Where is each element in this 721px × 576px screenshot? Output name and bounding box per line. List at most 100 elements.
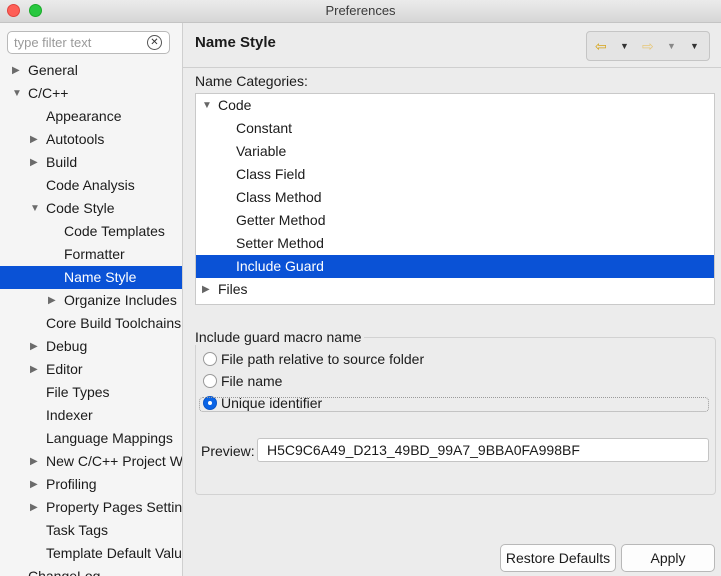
expanded-arrow-icon[interactable]: ▼ bbox=[202, 94, 212, 117]
category-item[interactable]: Constant bbox=[196, 117, 714, 140]
collapsed-arrow-icon[interactable]: ▶ bbox=[30, 496, 38, 519]
tree-item[interactable]: ▼ C/C++ bbox=[0, 82, 182, 105]
name-categories-tree: ▼ Code Constant Variable Class Field Class Me… bbox=[195, 93, 715, 305]
page-title: Name Style bbox=[195, 34, 276, 51]
tree-item-label: Code Analysis bbox=[46, 177, 135, 193]
forward-history-dropdown-icon[interactable]: ▼ bbox=[667, 41, 676, 51]
tree-item[interactable]: ▶ Debug bbox=[0, 335, 182, 358]
back-arrow-icon[interactable]: ⇦ bbox=[595, 38, 607, 55]
category-item-label: Constant bbox=[236, 120, 293, 136]
preview-field[interactable]: H5C9C6A49_D213_49BD_99A7_9BBA0FA998BF bbox=[257, 438, 709, 462]
expanded-arrow-icon[interactable]: ▼ bbox=[30, 197, 40, 220]
radio-label: File name bbox=[221, 373, 283, 389]
tree-item[interactable]: ▶ Property Pages Settings bbox=[0, 496, 182, 519]
tree-item[interactable]: Code Analysis bbox=[0, 174, 182, 197]
back-history-dropdown-icon[interactable]: ▼ bbox=[620, 41, 629, 51]
category-item-label: Files bbox=[218, 281, 248, 297]
category-item[interactable]: Setter Method bbox=[196, 232, 714, 255]
window-title: Preferences bbox=[325, 3, 396, 18]
apply-button[interactable]: Apply bbox=[621, 544, 715, 572]
category-item-label: Setter Method bbox=[236, 235, 324, 251]
tree-item-label: Debug bbox=[46, 338, 88, 354]
category-item-label: Include Guard bbox=[236, 258, 324, 274]
tree-item-label: Build bbox=[46, 154, 78, 170]
radio-button[interactable] bbox=[203, 374, 217, 388]
tree-item-label: Formatter bbox=[64, 246, 125, 262]
tree-item[interactable]: Name Style bbox=[0, 266, 182, 289]
radio-button[interactable] bbox=[203, 352, 217, 366]
collapsed-arrow-icon[interactable]: ▶ bbox=[30, 128, 38, 151]
collapsed-arrow-icon[interactable]: ▶ bbox=[12, 59, 20, 82]
tree-item-label: Indexer bbox=[46, 407, 93, 423]
category-item[interactable]: Variable bbox=[196, 140, 714, 163]
forward-arrow-icon[interactable]: ⇨ bbox=[642, 38, 654, 55]
category-item[interactable]: Include Guard bbox=[196, 255, 714, 278]
tree-item[interactable]: Task Tags bbox=[0, 519, 182, 542]
tree-item-label: Code Templates bbox=[64, 223, 165, 239]
tree-item-label: Appearance bbox=[46, 108, 122, 124]
tree-item[interactable]: ChangeLog bbox=[0, 565, 182, 576]
preference-tree: ▶ General ▼ C/C++ Appearance ▶ Autotools ▶ Build… bbox=[0, 59, 182, 576]
tree-item[interactable]: ▶ Editor bbox=[0, 358, 182, 381]
clear-filter-icon[interactable]: ✕ bbox=[147, 35, 162, 50]
collapsed-arrow-icon[interactable]: ▶ bbox=[202, 278, 210, 301]
collapsed-arrow-icon[interactable]: ▶ bbox=[30, 473, 38, 496]
tree-item[interactable]: Formatter bbox=[0, 243, 182, 266]
collapsed-arrow-icon[interactable]: ▶ bbox=[30, 450, 38, 473]
tree-item-label: General bbox=[28, 62, 78, 78]
tree-item-label: ChangeLog bbox=[28, 568, 101, 576]
tree-item[interactable]: ▶ Build bbox=[0, 151, 182, 174]
tree-item[interactable]: ▶ Organize Includes bbox=[0, 289, 182, 312]
tree-item-label: C/C++ bbox=[28, 85, 69, 101]
category-item[interactable]: Getter Method bbox=[196, 209, 714, 232]
category-item[interactable]: ▼ Code bbox=[196, 94, 714, 117]
category-item-label: Getter Method bbox=[236, 212, 326, 228]
collapsed-arrow-icon[interactable]: ▶ bbox=[30, 335, 38, 358]
restore-defaults-button[interactable]: Restore Defaults bbox=[500, 544, 616, 572]
tree-item-label: Template Default Values bbox=[46, 545, 183, 561]
tree-item[interactable]: ▶ Autotools bbox=[0, 128, 182, 151]
category-item[interactable]: Class Method bbox=[196, 186, 714, 209]
tree-item[interactable]: ▼ Code Style bbox=[0, 197, 182, 220]
name-categories-label: Name Categories: bbox=[195, 73, 308, 89]
tree-item[interactable]: File Types bbox=[0, 381, 182, 404]
category-item-label: Variable bbox=[236, 143, 287, 159]
tree-item[interactable]: Indexer bbox=[0, 404, 182, 427]
tree-item-label: Language Mappings bbox=[46, 430, 173, 446]
preference-page: Name Style ⇦ ▼ ⇨ ▼ ▼ Name Categories: ▼ C… bbox=[183, 23, 721, 576]
category-item-label: Code bbox=[218, 97, 252, 113]
view-menu-icon[interactable]: ▼ bbox=[690, 41, 699, 51]
category-item[interactable]: Class Field bbox=[196, 163, 714, 186]
tree-item[interactable]: ▶ New C/C++ Project Wizard bbox=[0, 450, 182, 473]
title-bar: Preferences bbox=[0, 0, 721, 23]
collapsed-arrow-icon[interactable]: ▶ bbox=[30, 151, 38, 174]
category-item-label: Class Method bbox=[236, 189, 322, 205]
title-separator bbox=[183, 67, 721, 68]
tree-item[interactable]: ▶ Profiling bbox=[0, 473, 182, 496]
tree-item-label: Code Style bbox=[46, 200, 115, 216]
tree-item[interactable]: Appearance bbox=[0, 105, 182, 128]
preference-navigation-pane: ✕ ▶ General ▼ C/C++ Appearance ▶ Autotools ▶ Bui… bbox=[0, 23, 183, 576]
expanded-arrow-icon[interactable]: ▼ bbox=[12, 82, 22, 105]
include-guard-group-title: Include guard macro name bbox=[195, 329, 364, 345]
tree-item[interactable]: Language Mappings bbox=[0, 427, 182, 450]
radio-label: File path relative to source folder bbox=[221, 351, 425, 367]
tree-item-label: New C/C++ Project Wizard bbox=[46, 453, 183, 469]
filter-input[interactable] bbox=[14, 34, 144, 51]
tree-item-label: Organize Includes bbox=[64, 292, 177, 308]
tree-item-label: Name Style bbox=[64, 269, 137, 285]
page-navigation-toolbar: ⇦ ▼ ⇨ ▼ ▼ bbox=[586, 31, 710, 61]
tree-item[interactable]: Template Default Values bbox=[0, 542, 182, 565]
tree-item-label: Property Pages Settings bbox=[46, 499, 183, 515]
tree-item[interactable]: ▶ General bbox=[0, 59, 182, 82]
collapsed-arrow-icon[interactable]: ▶ bbox=[48, 289, 56, 312]
tree-item[interactable]: Core Build Toolchains bbox=[0, 312, 182, 335]
category-item-label: Class Field bbox=[236, 166, 306, 182]
tree-item-label: Editor bbox=[46, 361, 83, 377]
collapsed-arrow-icon[interactable]: ▶ bbox=[30, 358, 38, 381]
tree-item-label: File Types bbox=[46, 384, 110, 400]
category-item[interactable]: ▶ Files bbox=[196, 278, 714, 301]
tree-item-label: Profiling bbox=[46, 476, 97, 492]
preview-label: Preview: bbox=[201, 443, 255, 459]
tree-item[interactable]: Code Templates bbox=[0, 220, 182, 243]
